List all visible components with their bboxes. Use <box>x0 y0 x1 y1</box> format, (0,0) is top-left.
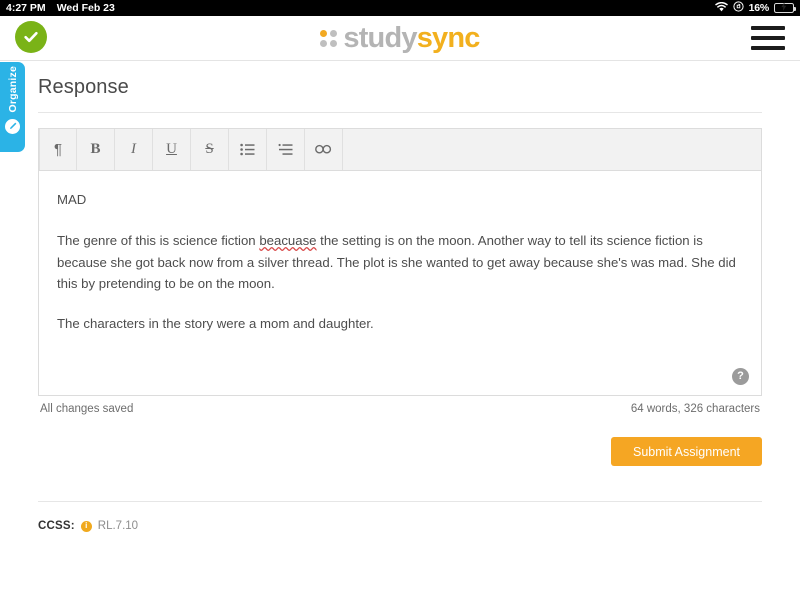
help-icon[interactable]: ? <box>732 368 749 385</box>
logo-word-study: study <box>343 21 417 54</box>
submit-assignment-button[interactable]: Submit Assignment <box>611 437 762 466</box>
battery-percent-label: 16% <box>748 2 770 14</box>
organize-tab-label: Organize <box>6 66 19 113</box>
editor-status-row: All changes saved 64 words, 326 characte… <box>38 396 762 415</box>
studysync-dots-logo <box>320 29 338 47</box>
paragraph-format-button[interactable]: ¶ <box>39 129 77 170</box>
app-screen: 4:27 PM Wed Feb 23 16% studysync Organiz… <box>0 0 800 600</box>
status-bar-date: Wed Feb 23 <box>56 2 115 14</box>
ccss-standards: CCSS: i RL.7.10 <box>38 502 762 532</box>
ccss-label: CCSS: <box>38 520 75 532</box>
battery-charging-icon <box>774 2 796 13</box>
status-bar-time: 4:27 PM <box>6 2 46 14</box>
title-divider <box>38 112 762 113</box>
hamburger-menu-icon[interactable] <box>751 26 785 50</box>
logo-wordmark: studysync <box>343 21 481 54</box>
ios-status-bar: 4:27 PM Wed Feb 23 16% <box>0 0 800 16</box>
page-body: Response ¶ B I U S MAD The genre of this… <box>0 62 800 600</box>
response-paragraph-1: The genre of this is science fiction bea… <box>57 230 739 294</box>
studysync-logo[interactable]: studysync <box>320 21 481 54</box>
underline-button[interactable]: U <box>153 129 191 170</box>
response-paragraph-2: The characters in the story were a mom a… <box>57 315 374 331</box>
response-heading: MAD <box>57 192 87 207</box>
status-bar-right: 16% <box>714 1 796 15</box>
italic-button[interactable]: I <box>115 129 153 170</box>
logo-word-sync: sync <box>416 21 481 54</box>
misspelled-word: beacuase <box>259 233 317 249</box>
submit-row: Submit Assignment <box>38 437 762 466</box>
sidebar-item-organize[interactable]: Organize <box>0 62 25 152</box>
response-textarea[interactable]: MAD The genre of this is science fiction… <box>39 171 761 395</box>
info-badge-icon[interactable]: i <box>80 520 92 532</box>
save-status-label: All changes saved <box>40 403 134 415</box>
site-header: studysync <box>0 16 800 61</box>
editor-toolbar: ¶ B I U S <box>39 129 761 171</box>
rotation-lock-icon <box>732 1 744 15</box>
wifi-icon <box>714 1 728 15</box>
insert-link-button[interactable] <box>305 129 343 170</box>
strikethrough-button[interactable]: S <box>191 129 229 170</box>
page-title: Response <box>38 76 129 98</box>
numbered-list-button[interactable] <box>267 129 305 170</box>
check-circle-icon <box>15 21 47 53</box>
paragraph-1-part-a: The genre of this is science fiction <box>57 233 260 249</box>
pencil-circle-icon <box>5 118 20 134</box>
word-count-label: 64 words, 326 characters <box>630 403 760 415</box>
response-editor: ¶ B I U S MAD The genre of this is scien… <box>38 128 762 396</box>
ccss-code[interactable]: RL.7.10 <box>98 520 138 532</box>
status-bar-left: 4:27 PM Wed Feb 23 <box>6 2 115 14</box>
bold-button[interactable]: B <box>77 129 115 170</box>
bulleted-list-button[interactable] <box>229 129 267 170</box>
